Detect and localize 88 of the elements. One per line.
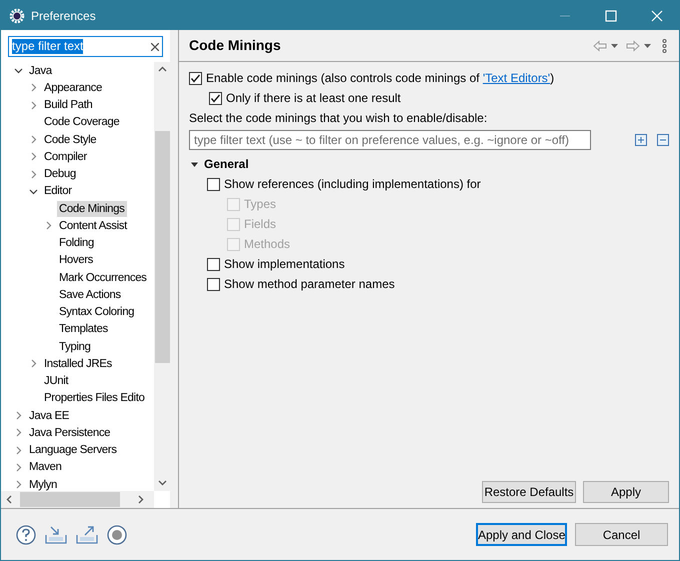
option-label: Enable code minings (also controls code minings of 'Text Editors') [206,70,554,87]
tree-item[interactable]: Appearance [42,80,104,96]
checkbox[interactable] [189,72,202,84]
chevron-down-icon[interactable] [29,186,38,196]
tree-item[interactable]: Code Style [42,132,98,148]
chevron-right-icon[interactable] [14,411,23,420]
chevron-down-icon[interactable] [14,66,23,76]
text-editors-link[interactable]: 'Text Editors' [482,71,550,85]
instruction-text: Select the code minings that you wish to enable/disable: [189,110,488,127]
window-title: Preferences [31,8,96,24]
tree-item[interactable]: Debug [42,166,78,182]
chevron-right-icon[interactable] [44,221,53,230]
tree-item[interactable]: JUnit [42,373,70,390]
tree-item[interactable]: Editor [42,183,74,200]
triangle-down-icon[interactable] [191,160,198,168]
dropdown-icon[interactable] [611,44,618,48]
search-field[interactable]: type filter text (use ~ to filter on preference values, e.g. ~ignore or ~off) [189,130,591,150]
scroll-up-icon[interactable] [158,66,166,72]
horizontal-scrollbar[interactable] [1,491,154,508]
export-icon[interactable] [76,524,98,544]
restore-defaults-button[interactable]: Restore Defaults [482,481,576,503]
more-icon[interactable] [662,38,667,52]
tree-item[interactable]: Properties Files Edito [42,390,146,406]
chevron-right-icon[interactable] [29,100,38,110]
chevron-right-icon[interactable] [29,135,38,144]
section-title[interactable]: General [204,155,249,173]
tree-item[interactable]: Compiler [42,148,89,165]
option-label: Methods [244,236,290,253]
checkbox[interactable] [207,178,220,190]
tree-item[interactable]: Folding [57,235,96,252]
tree-item[interactable]: Java Persistence [27,424,112,441]
forward-icon[interactable] [626,40,640,52]
scroll-down-icon[interactable] [158,480,166,486]
chevron-right-icon[interactable] [29,170,38,179]
option-label: Show implementations [224,256,345,273]
help-icon[interactable] [16,524,36,544]
scrollbar-thumb[interactable] [154,131,170,363]
checkbox[interactable] [207,278,220,290]
tree-item[interactable]: Code Minings [57,200,127,217]
apply-button[interactable]: Apply [583,481,669,503]
tree-item[interactable]: Typing [57,338,92,355]
scroll-left-icon[interactable] [6,495,12,504]
collapse-all-icon[interactable] [657,134,669,146]
tree-item[interactable]: Hovers [57,252,96,268]
vertical-scrollbar[interactable] [154,62,170,491]
tree-item[interactable]: Java [27,62,54,79]
option-label: Show method parameter names [224,276,395,293]
filter-field[interactable]: type filter text [8,36,163,57]
scroll-right-icon[interactable] [138,495,144,504]
option-label: Fields [244,216,276,233]
record-icon[interactable] [107,524,127,544]
checkbox[interactable] [207,258,220,270]
chevron-right-icon[interactable] [29,83,38,92]
expand-all-icon[interactable] [635,134,647,146]
tree-item[interactable]: Java EE [27,408,72,424]
scrollbar-thumb[interactable] [20,492,120,507]
chevron-right-icon[interactable] [14,462,23,472]
option-label: Show references (including implementations) for [224,176,481,193]
tree-item[interactable]: Code Coverage [42,114,122,130]
tree-item[interactable]: Build Path [42,97,94,114]
tree-item[interactable]: Syntax Coloring [57,304,136,320]
checkbox[interactable] [209,92,222,104]
tree-item[interactable]: Content Assist [57,218,129,234]
tree-item[interactable]: Templates [57,321,110,338]
filter-text: type filter text [12,39,84,54]
chevron-right-icon[interactable] [29,152,38,162]
close-icon[interactable] [651,10,663,22]
option-label: Types [244,196,276,213]
page-title: Code Minings [189,36,281,55]
tree-item[interactable]: Language Servers [27,442,119,458]
chevron-right-icon[interactable] [29,359,38,368]
cancel-button[interactable]: Cancel [575,523,668,546]
option-label: Only if there is at least one result [226,90,401,107]
tree-item[interactable]: Mylyn [27,476,60,491]
tree-item[interactable]: Mark Occurrences [57,270,149,286]
clear-icon[interactable] [151,42,159,50]
maximize-icon[interactable] [605,10,617,22]
tree-item[interactable]: Maven [27,459,64,476]
chevron-right-icon[interactable] [14,428,23,438]
dropdown-icon[interactable] [644,44,651,48]
back-icon[interactable] [593,40,607,52]
apply-and-close-button[interactable]: Apply and Close [476,523,567,546]
tree-item[interactable]: Save Actions [57,286,123,303]
import-icon[interactable] [45,524,67,544]
chevron-right-icon[interactable] [14,480,23,490]
tree-item[interactable]: Installed JREs [42,356,114,372]
gear-icon [9,8,25,24]
chevron-right-icon[interactable] [14,446,23,455]
